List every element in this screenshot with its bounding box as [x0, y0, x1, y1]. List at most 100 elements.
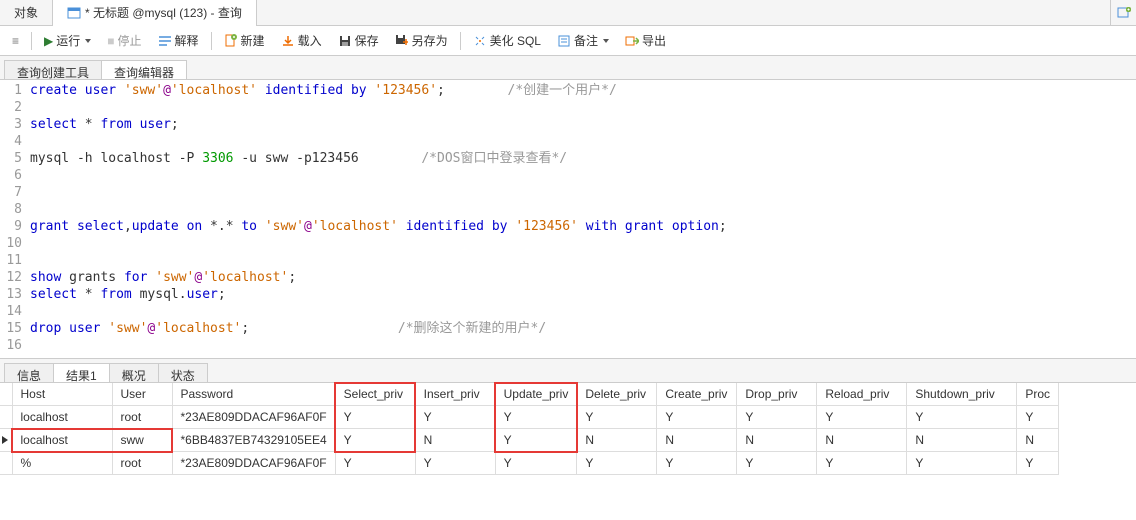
table-row[interactable]: localhostroot*23AE809DDACAF96AF0FYYYYYYY… — [0, 406, 1059, 429]
code[interactable]: create user 'sww'@'localhost' identified… — [30, 82, 1136, 354]
col-header[interactable]: Update_priv — [495, 383, 577, 406]
toolbar: ≡ ▶运行 ■停止 解释 新建 载入 保存 另存为 美化 SQL 备注 导出 — [0, 26, 1136, 56]
backup-btn[interactable]: 备注 — [551, 30, 615, 51]
col-header[interactable] — [0, 383, 12, 406]
backup-icon — [557, 34, 571, 48]
new-icon — [224, 34, 238, 48]
table-cell[interactable]: Y — [657, 452, 737, 475]
row-marker-cell — [0, 429, 12, 452]
row-marker-cell — [0, 406, 12, 429]
table-cell[interactable]: Y — [335, 452, 415, 475]
table-header-row: HostUserPasswordSelect_privInsert_privUp… — [0, 383, 1059, 406]
col-header[interactable]: User — [112, 383, 172, 406]
query-icon — [67, 6, 81, 20]
table-cell[interactable]: Y — [737, 452, 817, 475]
table-cell[interactable]: Y — [1017, 406, 1059, 429]
save-btn[interactable]: 保存 — [332, 30, 385, 51]
table-row[interactable]: localhostsww*6BB4837EB74329105EE4YNYNNNN… — [0, 429, 1059, 452]
table-cell[interactable]: root — [112, 452, 172, 475]
row-marker-icon — [2, 436, 8, 444]
col-header[interactable]: Shutdown_priv — [907, 383, 1017, 406]
saveas-icon — [395, 34, 409, 48]
explain-icon — [158, 34, 172, 48]
tab-query[interactable]: * 无标题 @mysql (123) - 查询 — [53, 0, 257, 26]
table-cell[interactable]: Y — [907, 452, 1017, 475]
load-icon — [281, 34, 295, 48]
row-marker-cell — [0, 452, 12, 475]
table-cell[interactable]: Y — [577, 406, 657, 429]
col-header[interactable]: Proc — [1017, 383, 1059, 406]
table-cell[interactable]: root — [112, 406, 172, 429]
table-cell[interactable]: Y — [817, 406, 907, 429]
new-tab-btn[interactable] — [1110, 0, 1136, 26]
col-header[interactable]: Host — [12, 383, 112, 406]
table-cell[interactable]: N — [577, 429, 657, 452]
table-cell[interactable]: Y — [495, 429, 577, 452]
col-header[interactable]: Create_priv — [657, 383, 737, 406]
tab-builder[interactable]: 查询创建工具 — [4, 60, 102, 79]
sub-tabs: 查询创建工具 查询编辑器 — [0, 56, 1136, 80]
export-btn[interactable]: 导出 — [619, 30, 672, 51]
menu-btn[interactable]: ≡ — [6, 32, 25, 50]
stop-btn[interactable]: ■停止 — [101, 30, 147, 51]
table-cell[interactable]: *23AE809DDACAF96AF0F — [172, 452, 335, 475]
result-table: HostUserPasswordSelect_privInsert_privUp… — [0, 383, 1059, 475]
explain-btn[interactable]: 解释 — [152, 30, 205, 51]
table-cell[interactable]: Y — [817, 452, 907, 475]
tab-editor[interactable]: 查询编辑器 — [101, 60, 187, 79]
col-header[interactable]: Password — [172, 383, 335, 406]
btab-profile[interactable]: 概况 — [109, 363, 159, 382]
beautify-btn[interactable]: 美化 SQL — [467, 30, 547, 51]
table-cell[interactable]: Y — [495, 452, 577, 475]
table-cell[interactable]: N — [817, 429, 907, 452]
bottom-tabs: 信息 结果1 概况 状态 — [0, 359, 1136, 383]
table-cell[interactable]: N — [415, 429, 495, 452]
tab-objects[interactable]: 对象 — [0, 0, 53, 26]
col-header[interactable]: Insert_priv — [415, 383, 495, 406]
btab-result[interactable]: 结果1 — [53, 363, 110, 382]
result-grid[interactable]: HostUserPasswordSelect_privInsert_privUp… — [0, 383, 1136, 475]
caret-icon — [85, 39, 91, 43]
save-icon — [338, 34, 352, 48]
table-cell[interactable]: Y — [415, 452, 495, 475]
table-cell[interactable]: Y — [495, 406, 577, 429]
table-cell[interactable]: Y — [657, 406, 737, 429]
table-cell[interactable]: Y — [907, 406, 1017, 429]
saveas-btn[interactable]: 另存为 — [389, 30, 454, 51]
table-cell[interactable]: N — [737, 429, 817, 452]
table-cell[interactable]: localhost — [12, 406, 112, 429]
tab-label: 对象 — [14, 4, 38, 21]
btab-status[interactable]: 状态 — [158, 363, 208, 382]
table-cell[interactable]: *23AE809DDACAF96AF0F — [172, 406, 335, 429]
table-cell[interactable]: sww — [112, 429, 172, 452]
col-header[interactable]: Drop_priv — [737, 383, 817, 406]
col-header[interactable]: Delete_priv — [577, 383, 657, 406]
sql-editor[interactable]: 12345678910111213141516 create user 'sww… — [0, 80, 1136, 359]
table-cell[interactable]: localhost — [12, 429, 112, 452]
new-btn[interactable]: 新建 — [218, 30, 271, 51]
table-cell[interactable]: N — [907, 429, 1017, 452]
export-icon — [625, 34, 639, 48]
tab-label: * 无标题 @mysql (123) - 查询 — [85, 4, 242, 21]
table-cell[interactable]: Y — [335, 429, 415, 452]
top-tabs: 对象 * 无标题 @mysql (123) - 查询 — [0, 0, 1136, 26]
table-cell[interactable]: Y — [737, 406, 817, 429]
caret-icon — [603, 39, 609, 43]
table-row[interactable]: %root*23AE809DDACAF96AF0FYYYYYYYYY — [0, 452, 1059, 475]
table-cell[interactable]: N — [657, 429, 737, 452]
table-cell[interactable]: Y — [415, 406, 495, 429]
btab-info[interactable]: 信息 — [4, 363, 54, 382]
gutter: 12345678910111213141516 — [0, 82, 30, 354]
col-header[interactable]: Select_priv — [335, 383, 415, 406]
table-cell[interactable]: Y — [1017, 452, 1059, 475]
table-cell[interactable]: % — [12, 452, 112, 475]
table-cell[interactable]: N — [1017, 429, 1059, 452]
table-cell[interactable]: *6BB4837EB74329105EE4 — [172, 429, 335, 452]
run-btn[interactable]: ▶运行 — [38, 30, 97, 51]
table-cell[interactable]: Y — [577, 452, 657, 475]
col-header[interactable]: Reload_priv — [817, 383, 907, 406]
plus-icon — [1117, 6, 1131, 20]
load-btn[interactable]: 载入 — [275, 30, 328, 51]
table-cell[interactable]: Y — [335, 406, 415, 429]
beautify-icon — [473, 34, 487, 48]
